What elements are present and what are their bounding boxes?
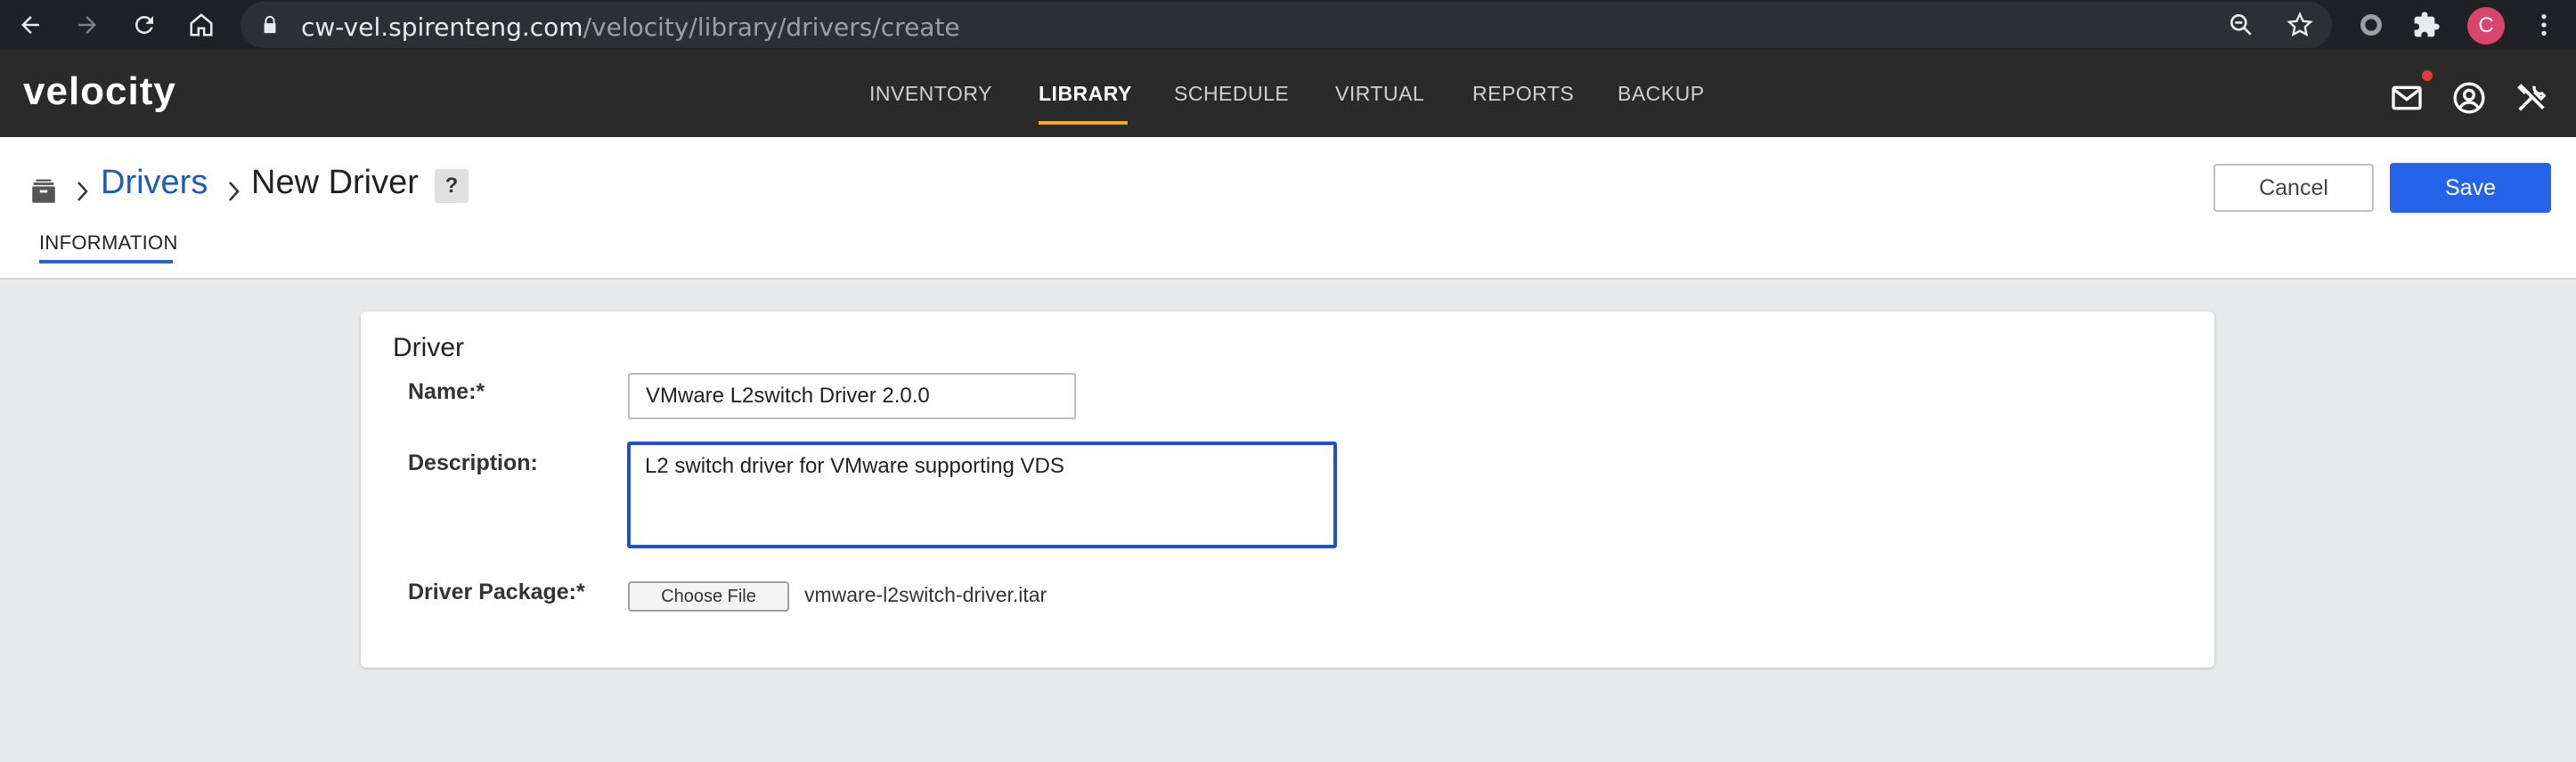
page-title: New Driver — [251, 164, 419, 201]
puzzle-extensions-icon[interactable] — [2412, 11, 2441, 39]
name-input[interactable] — [628, 373, 1076, 419]
nav-library[interactable]: LIBRARY — [1039, 82, 1132, 106]
profile-avatar[interactable]: C — [2467, 7, 2505, 45]
cancel-button[interactable]: Cancel — [2213, 164, 2374, 212]
bookmark-star-icon[interactable] — [2286, 11, 2314, 39]
driver-form-card: Driver Name:* Description: L2 switch dri… — [361, 312, 2214, 668]
help-button[interactable]: ? — [435, 169, 469, 203]
nav-schedule[interactable]: SCHEDULE — [1174, 82, 1289, 106]
nav-virtual[interactable]: VIRTUAL — [1335, 82, 1424, 106]
user-account-icon[interactable] — [2451, 80, 2487, 116]
name-label: Name:* — [408, 379, 485, 404]
tab-information[interactable]: INFORMATION — [39, 231, 178, 255]
nav-reports[interactable]: REPORTS — [1472, 82, 1574, 106]
velocity-logo[interactable]: velocity — [23, 69, 176, 114]
description-input[interactable]: L2 switch driver for VMware supporting V… — [627, 442, 1337, 548]
address-bar[interactable]: cw-vel.spirenteng.com/velocity/library/d… — [240, 2, 2332, 48]
url-host: cw-vel.spirenteng.com — [301, 12, 583, 42]
chevron-right-icon — [77, 182, 88, 201]
choose-file-button[interactable]: Choose File — [628, 581, 789, 612]
url-text[interactable]: cw-vel.spirenteng.com/velocity/library/d… — [301, 12, 960, 42]
save-button[interactable]: Save — [2390, 163, 2551, 213]
app-header: velocity INVENTORY LIBRARY SCHEDULE VIRT… — [0, 50, 2576, 137]
url-path: /velocity/library/drivers/create — [583, 12, 960, 42]
section-title: Driver — [393, 333, 464, 362]
back-arrow-icon[interactable] — [16, 11, 45, 39]
page-header: Drivers New Driver ? INFORMATION Cancel … — [0, 137, 2576, 280]
driver-package-label: Driver Package:* — [408, 580, 585, 604]
reload-icon[interactable] — [130, 11, 159, 39]
forward-arrow-icon[interactable] — [73, 11, 102, 39]
home-icon[interactable] — [187, 11, 216, 39]
mail-icon[interactable] — [2389, 80, 2425, 116]
nav-backup[interactable]: BACKUP — [1618, 82, 1705, 106]
selected-file-name: vmware-l2switch-driver.itar — [804, 583, 1048, 606]
lock-icon — [264, 15, 276, 34]
active-tab-indicator — [39, 260, 173, 263]
browser-toolbar: cw-vel.spirenteng.com/velocity/library/d… — [0, 0, 2576, 50]
breadcrumb-drivers-link[interactable]: Drivers — [101, 164, 208, 202]
browser-menu-icon[interactable] — [2530, 11, 2558, 39]
chevron-right-icon — [229, 182, 240, 201]
notification-dot — [2422, 70, 2433, 81]
nav-inventory[interactable]: INVENTORY — [869, 82, 992, 106]
tools-icon[interactable] — [2514, 80, 2549, 116]
extension-circle-icon[interactable] — [2357, 11, 2385, 39]
active-nav-indicator — [1039, 121, 1128, 125]
library-box-icon[interactable] — [29, 176, 59, 207]
zoom-icon[interactable] — [2227, 11, 2255, 39]
description-label: Description: — [408, 450, 538, 475]
